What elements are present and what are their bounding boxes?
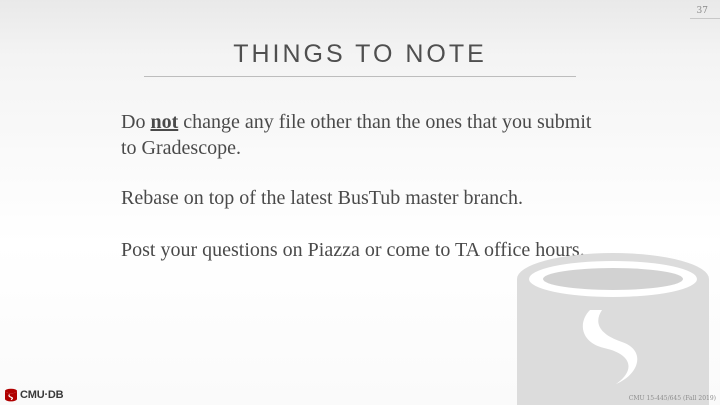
cmu-db-logo: CMU·DB: [4, 388, 64, 402]
slide-title: THINGS TO NOTE: [233, 40, 487, 68]
page-number: 37: [696, 6, 708, 16]
page-number-divider: [690, 18, 720, 19]
bullet-text-after: change any file other than the ones that…: [121, 111, 592, 159]
database-logo-icon: [5, 388, 17, 402]
title-underline: [144, 76, 576, 77]
course-footer: CMU 15-445/645 (Fall 2019): [628, 395, 716, 402]
slide: 37 THINGS TO NOTE Do not change any file…: [0, 0, 720, 405]
bullet-text-before: Do: [121, 111, 151, 133]
bullet-item: Do not change any file other than the on…: [121, 109, 601, 161]
bullet-item: Rebase on top of the latest BusTub maste…: [121, 187, 523, 209]
bullet-emphasis: not: [150, 111, 179, 133]
database-watermark-icon: [517, 253, 709, 405]
logo-text: CMU·DB: [20, 389, 64, 401]
